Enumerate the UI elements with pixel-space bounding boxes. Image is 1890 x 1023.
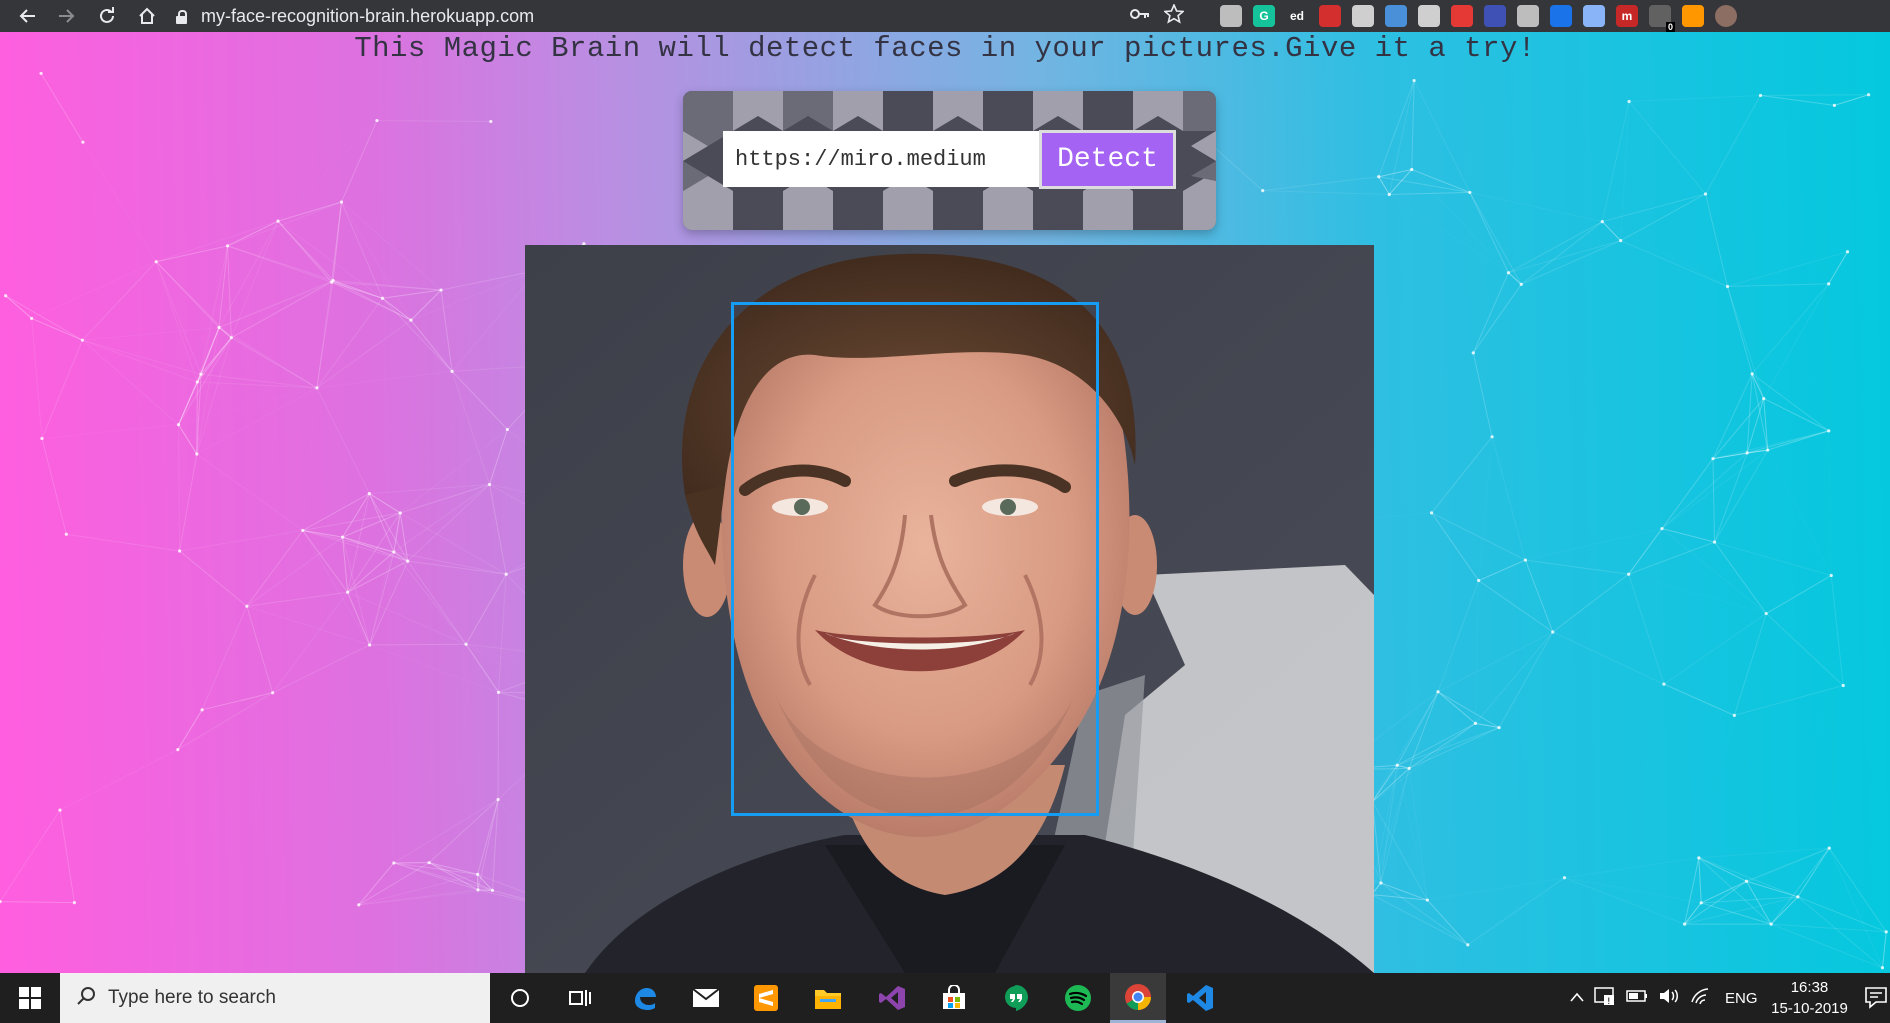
- pdf-extension-icon[interactable]: [1319, 5, 1341, 27]
- cloud-extension-icon[interactable]: [1517, 5, 1539, 27]
- wifi-icon[interactable]: [1690, 987, 1712, 1010]
- task-view-icon[interactable]: [552, 973, 608, 1023]
- forward-icon[interactable]: [52, 1, 82, 31]
- circle-extension-icon[interactable]: [1385, 5, 1407, 27]
- windows-taskbar: Type here to search ! ENG 16:38 15-10-20…: [0, 973, 1890, 1023]
- home-icon[interactable]: [132, 1, 162, 31]
- puzzle-red-extension-icon[interactable]: [1451, 5, 1473, 27]
- visual-studio-icon[interactable]: [864, 973, 920, 1023]
- browser-toolbar: my-face-recognition-brain.herokuapp.com …: [0, 0, 1890, 32]
- address-bar[interactable]: my-face-recognition-brain.herokuapp.com: [176, 0, 1156, 32]
- chevron-up-icon[interactable]: [1570, 989, 1584, 1007]
- store-icon[interactable]: [926, 973, 982, 1023]
- notification-center-icon[interactable]: [1864, 985, 1890, 1011]
- chat-extension-icon[interactable]: [1583, 5, 1605, 27]
- clock-date: 15-10-2019: [1771, 1000, 1848, 1017]
- edge-icon[interactable]: [616, 973, 672, 1023]
- system-tray: !: [1570, 973, 1712, 1023]
- spotify-icon[interactable]: [1050, 973, 1106, 1023]
- detect-button[interactable]: Detect: [1039, 130, 1176, 189]
- ed-extension-icon[interactable]: ed: [1286, 5, 1308, 27]
- target-extension-icon[interactable]: [1418, 5, 1440, 27]
- lock-icon: [176, 9, 187, 24]
- page-background: This Magic Brain will detect faces in yo…: [0, 32, 1890, 973]
- clock-time: 16:38: [1790, 979, 1829, 996]
- taskbar-clock[interactable]: 16:38 15-10-2019: [1762, 977, 1857, 1019]
- face-bounding-box: [731, 302, 1099, 816]
- network-alert-icon[interactable]: !: [1594, 986, 1616, 1011]
- key-icon[interactable]: [1130, 7, 1150, 26]
- sublime-icon[interactable]: [738, 973, 794, 1023]
- extensions-area: Ged m 0: [1220, 0, 1737, 32]
- translate-extension-icon[interactable]: [1484, 5, 1506, 27]
- language-indicator[interactable]: ENG: [1725, 973, 1758, 1023]
- volume-icon[interactable]: [1658, 987, 1680, 1010]
- hangouts-icon[interactable]: [988, 973, 1044, 1023]
- search-placeholder: Type here to search: [108, 987, 276, 1008]
- vscode-icon[interactable]: [1172, 973, 1228, 1023]
- grammarly-extension-icon[interactable]: G: [1253, 5, 1275, 27]
- profile-avatar[interactable]: [1715, 5, 1737, 27]
- cube-extension-icon[interactable]: [1220, 5, 1242, 27]
- image-link-form: Detect: [683, 91, 1216, 230]
- bookmark-extension-icon[interactable]: [1550, 5, 1572, 27]
- star-icon[interactable]: [1163, 2, 1185, 29]
- image-url-input[interactable]: [723, 131, 1039, 187]
- taskbar-search-box[interactable]: Type here to search: [60, 973, 490, 1023]
- mail-icon[interactable]: [678, 973, 734, 1023]
- url-text: my-face-recognition-brain.herokuapp.com: [201, 5, 535, 26]
- battery-icon[interactable]: [1626, 989, 1648, 1008]
- counter-extension-icon[interactable]: 0: [1649, 5, 1675, 32]
- chrome-icon[interactable]: [1110, 973, 1166, 1023]
- m-extension-icon[interactable]: m: [1616, 5, 1638, 27]
- bulb-extension-icon[interactable]: [1352, 5, 1374, 27]
- back-icon[interactable]: [12, 1, 42, 31]
- cortana-icon[interactable]: [492, 973, 548, 1023]
- page-tagline: This Magic Brain will detect faces in yo…: [354, 32, 1536, 65]
- windows-start-icon[interactable]: [0, 973, 60, 1023]
- search-icon: [76, 986, 96, 1011]
- svg-text:!: !: [1607, 997, 1611, 1006]
- file-explorer-icon[interactable]: [800, 973, 856, 1023]
- reload-icon[interactable]: [92, 1, 122, 31]
- fox-extension-icon[interactable]: [1682, 5, 1704, 27]
